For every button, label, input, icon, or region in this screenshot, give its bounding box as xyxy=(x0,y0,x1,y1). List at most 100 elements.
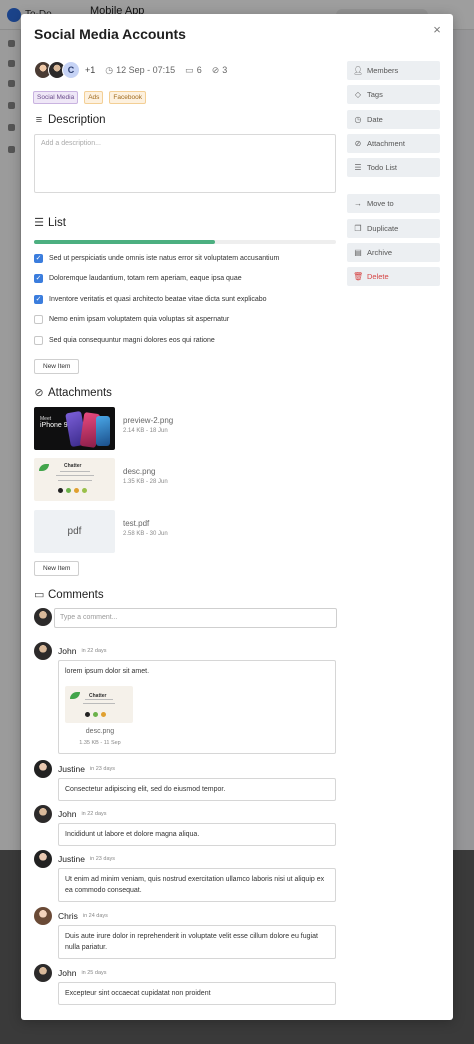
card-meta: C +1 ◷ 12 Sep - 07:15 ▭ 6 ⊘ 3 xyxy=(34,61,227,79)
list-title: List xyxy=(48,216,66,229)
attachment-info: desc.png 1.35 KB - 28 Jun xyxy=(123,458,168,501)
todo-item[interactable]: ✓ Doloremque laudantium, totam rem aperi… xyxy=(34,272,344,284)
todo-list-button[interactable]: ☰ Todo List xyxy=(347,158,440,177)
attachment-item[interactable]: Chatter desc.png 1.35 KB - 28 Jun xyxy=(34,458,168,501)
due-date-text: 12 Sep - 07:15 xyxy=(116,65,176,75)
tag-facebook[interactable]: Facebook xyxy=(109,91,146,104)
todo-text: Doloremque laudantium, totam rem aperiam… xyxy=(49,274,242,282)
avatar[interactable] xyxy=(34,850,52,868)
thumb-text: Chatter xyxy=(89,693,107,699)
attachment-meta: 1.35 KB - 28 Jun xyxy=(123,479,168,485)
comment-input[interactable]: Type a comment... xyxy=(54,608,337,628)
todo-text: Sed quia consequuntur magni dolores eos … xyxy=(49,336,215,344)
move-to-button[interactable]: → Move to xyxy=(347,194,440,213)
comment-body: Incididunt ut labore et dolore magna ali… xyxy=(58,823,336,846)
comment-author[interactable]: John xyxy=(58,968,76,978)
attachment-name[interactable]: preview-2.png xyxy=(123,416,173,425)
todo-item[interactable]: Nemo enim ipsam voluptatem quia voluptas… xyxy=(34,313,344,325)
comment-body: Duis aute irure dolor in reprehenderit i… xyxy=(58,925,336,959)
comment-attachment-name[interactable]: desc.png xyxy=(65,726,135,737)
avatar[interactable] xyxy=(34,642,52,660)
comment-header: John in 25 days xyxy=(34,964,344,982)
copy-icon: ❐ xyxy=(354,224,362,233)
comment-attachment[interactable]: Chatter desc.png 1.35 KB - 11 Sep xyxy=(65,686,135,749)
trash-icon: 🗑︎ xyxy=(353,272,364,281)
delete-button[interactable]: 🗑︎ Delete xyxy=(347,267,440,286)
comment-author[interactable]: Justine xyxy=(58,764,85,774)
avatar[interactable] xyxy=(34,805,52,823)
comment-time: in 24 days xyxy=(82,913,108,919)
attachment-meta: 2.14 KB - 18 Jun xyxy=(123,428,168,434)
due-date[interactable]: ◷ 12 Sep - 07:15 xyxy=(105,65,175,76)
todo-text: Sed ut perspiciatis unde omnis iste natu… xyxy=(49,254,280,262)
comment-composer: Type a comment... xyxy=(34,608,337,628)
phone-image xyxy=(96,416,110,446)
avatar[interactable] xyxy=(34,964,52,982)
thumb-text: Chatter xyxy=(64,463,82,469)
arrow-right-icon: → xyxy=(354,199,362,208)
comments-count-text: 6 xyxy=(196,65,202,75)
member-avatar-initial[interactable]: C xyxy=(62,61,80,79)
comment-time: in 22 days xyxy=(81,811,107,817)
comments-heading: ▭ Comments xyxy=(34,588,104,602)
attachment-name[interactable]: desc.png xyxy=(123,467,168,476)
members-label: Members xyxy=(367,66,399,75)
new-attachment-button[interactable]: New Item xyxy=(34,561,80,576)
new-list-item-button[interactable]: New Item xyxy=(34,359,80,374)
attachment-item[interactable]: Meet iPhone 9 preview-2.png 2.14 KB - 18… xyxy=(34,407,173,450)
archive-button[interactable]: ▤ Archive xyxy=(347,243,440,262)
members-button[interactable]: 👤︎ Members xyxy=(347,61,440,80)
comment: Justine in 23 days Ut enim ad minim veni… xyxy=(34,850,344,902)
avatar xyxy=(34,608,52,626)
attachments-title: Attachments xyxy=(48,386,112,399)
card-modal: Social Media Accounts × C +1 ◷ 12 Sep - … xyxy=(21,14,453,1020)
comment-author[interactable]: Chris xyxy=(58,911,78,921)
todo-text: Inventore veritatis et quasi architecto … xyxy=(49,295,267,303)
tag-social-media[interactable]: Social Media xyxy=(33,91,79,104)
comment-header: Justine in 23 days xyxy=(34,850,344,868)
comment-author[interactable]: Justine xyxy=(58,854,85,864)
avatar[interactable] xyxy=(34,907,52,925)
comment-time: in 23 days xyxy=(89,856,116,862)
tags-button[interactable]: ◇ Tags xyxy=(347,85,440,104)
comment: Justine in 23 days Consectetur adipiscin… xyxy=(34,760,344,801)
comment-header: Chris in 24 days xyxy=(34,907,344,925)
todo-item[interactable]: ✓ Inventore veritatis et quasi architect… xyxy=(34,293,344,305)
tag-ads[interactable]: Ads xyxy=(84,91,104,104)
comment-text: lorem ipsum dolor sit amet. xyxy=(65,668,150,675)
todo-item[interactable]: Sed quia consequuntur magni dolores eos … xyxy=(34,334,344,346)
attachment-item[interactable]: pdf test.pdf 2.58 KB - 30 Jun xyxy=(34,510,168,553)
todo-list-label: Todo List xyxy=(367,163,398,172)
attachment-button[interactable]: ⊘ Attachment xyxy=(347,134,440,153)
description-icon: ≡ xyxy=(35,114,43,126)
todo-item[interactable]: ✓ Sed ut perspiciatis unde omnis iste na… xyxy=(34,252,344,264)
date-button[interactable]: ◷ Date xyxy=(347,110,440,129)
checkbox-checked[interactable]: ✓ xyxy=(34,294,43,304)
checkbox-checked[interactable]: ✓ xyxy=(34,253,43,263)
avatar[interactable] xyxy=(34,760,52,778)
comments-title: Comments xyxy=(48,588,104,601)
comment-author[interactable]: John xyxy=(58,809,76,819)
description-input[interactable]: Add a description... xyxy=(34,134,336,193)
comment-body: Ut enim ad minim veniam, quis nostrud ex… xyxy=(58,868,336,902)
checkbox-unchecked[interactable] xyxy=(34,335,43,345)
checkbox-unchecked[interactable] xyxy=(34,314,43,324)
attachment-thumbnail[interactable]: Meet iPhone 9 xyxy=(34,407,115,450)
attachment-thumbnail[interactable]: Chatter xyxy=(34,458,115,501)
more-members-count[interactable]: +1 xyxy=(85,65,95,75)
attachment-thumbnail-pdf[interactable]: pdf xyxy=(34,510,115,553)
comment-attachment-thumbnail[interactable]: Chatter xyxy=(65,686,133,723)
comment-icon: ▭ xyxy=(34,589,45,601)
description-title: Description xyxy=(48,114,106,126)
description-heading: ≡ Description xyxy=(34,114,106,126)
close-icon[interactable]: × xyxy=(429,22,445,38)
leaf-logo-icon xyxy=(39,464,49,471)
archive-label: Archive xyxy=(367,248,393,257)
comment-body: lorem ipsum dolor sit amet. Chatter desc… xyxy=(58,660,336,754)
comment-author[interactable]: John xyxy=(58,646,76,656)
paperclip-icon: ⊘ xyxy=(354,139,362,148)
list-heading: ☰ List xyxy=(34,216,66,230)
checkbox-checked[interactable]: ✓ xyxy=(34,273,43,283)
attachment-name[interactable]: test.pdf xyxy=(123,519,168,528)
duplicate-button[interactable]: ❐ Duplicate xyxy=(347,219,440,238)
